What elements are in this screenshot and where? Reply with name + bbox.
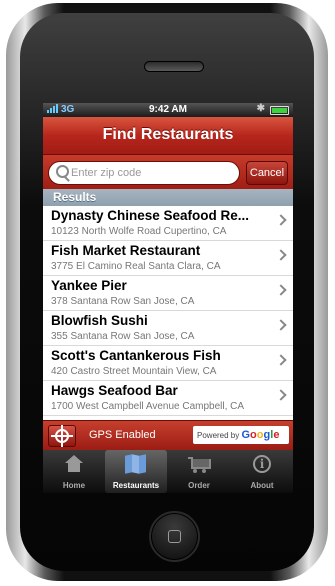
tab-label: Restaurants: [112, 481, 160, 490]
chevron-right-icon: [275, 354, 287, 366]
chevron-right-icon: [275, 284, 287, 296]
navigation-bar: Find Restaurants: [43, 117, 293, 155]
crosshair-icon: [51, 425, 73, 447]
results-section-header: Results: [43, 189, 293, 206]
restaurant-name: Dynasty Chinese Seafood Re...: [51, 208, 250, 223]
zip-code-input[interactable]: [71, 165, 231, 181]
chevron-right-icon: [275, 214, 287, 226]
chevron-right-icon: [275, 249, 287, 261]
search-bar: Cancel: [43, 155, 293, 189]
restaurant-address: 3775 El Camino Real Santa Clara, CA: [51, 261, 221, 272]
earpiece-speaker: [144, 61, 204, 72]
app-screen: 3G 9:42 AM ✱ Find Restaurants Cancel Res…: [43, 103, 293, 493]
battery-icon: [270, 106, 289, 115]
cancel-button[interactable]: Cancel: [246, 161, 288, 185]
home-icon: [64, 455, 84, 473]
chevron-right-icon: [275, 319, 287, 331]
powered-by-google-badge: Powered by Google: [193, 426, 289, 444]
google-logo: Google: [241, 429, 280, 441]
results-header-label: Results: [53, 190, 97, 204]
restaurant-address: 378 Santana Row San Jose, CA: [51, 296, 195, 307]
restaurant-address: 1700 West Campbell Avenue Campbell, CA: [51, 401, 245, 412]
restaurant-row[interactable]: Hawgs Seafood Bar 1700 West Campbell Ave…: [43, 381, 293, 416]
restaurant-address: 10123 North Wolfe Road Cupertino, CA: [51, 226, 227, 237]
tab-home[interactable]: Home: [43, 450, 105, 493]
page-title: Find Restaurants: [102, 126, 234, 143]
gps-toggle-button[interactable]: [48, 425, 76, 447]
gps-status-label: GPS Enabled: [89, 429, 156, 441]
tab-bar: Home Restaurants Order i About: [43, 450, 293, 493]
restaurant-row[interactable]: Yankee Pier 378 Santana Row San Jose, CA: [43, 276, 293, 311]
restaurant-name: Blowfish Sushi: [51, 313, 148, 328]
search-field[interactable]: [48, 161, 240, 185]
tab-order[interactable]: Order: [168, 450, 230, 493]
restaurant-address: 355 Santana Row San Jose, CA: [51, 331, 195, 342]
map-icon: [125, 454, 147, 474]
tab-label: Order: [188, 481, 210, 490]
status-time: 9:42 AM: [149, 104, 187, 115]
restaurant-list: Dynasty Chinese Seafood Re... 10123 Nort…: [43, 206, 293, 420]
search-icon: [56, 165, 69, 178]
restaurant-row[interactable]: Fish Market Restaurant 3775 El Camino Re…: [43, 241, 293, 276]
restaurant-name: Scott's Cantankerous Fish: [51, 348, 221, 363]
status-bar: 3G 9:42 AM ✱: [43, 103, 293, 117]
tab-label: Home: [62, 481, 86, 490]
home-hardware-button[interactable]: [149, 511, 200, 562]
restaurant-name: Hawgs Seafood Bar: [51, 383, 178, 398]
info-icon: i: [253, 455, 271, 473]
restaurant-row[interactable]: Scott's Cantankerous Fish 420 Castro Str…: [43, 346, 293, 381]
restaurant-row[interactable]: Dynasty Chinese Seafood Re... 10123 Nort…: [43, 206, 293, 241]
gps-toolbar: GPS Enabled Powered by Google: [43, 420, 293, 451]
cart-icon: [188, 455, 211, 473]
bluetooth-icon: ✱: [256, 103, 265, 114]
chevron-right-icon: [275, 389, 287, 401]
restaurant-name: Fish Market Restaurant: [51, 243, 201, 258]
powered-by-text: Powered by: [197, 431, 240, 440]
tab-label: About: [250, 481, 274, 490]
restaurant-name: Yankee Pier: [51, 278, 127, 293]
restaurant-address: 420 Castro Street Mountain View, CA: [51, 366, 217, 377]
home-button-square-icon: [168, 530, 181, 543]
tab-about[interactable]: i About: [231, 450, 293, 493]
restaurant-row[interactable]: Blowfish Sushi 355 Santana Row San Jose,…: [43, 311, 293, 346]
tab-restaurants[interactable]: Restaurants: [105, 450, 167, 493]
